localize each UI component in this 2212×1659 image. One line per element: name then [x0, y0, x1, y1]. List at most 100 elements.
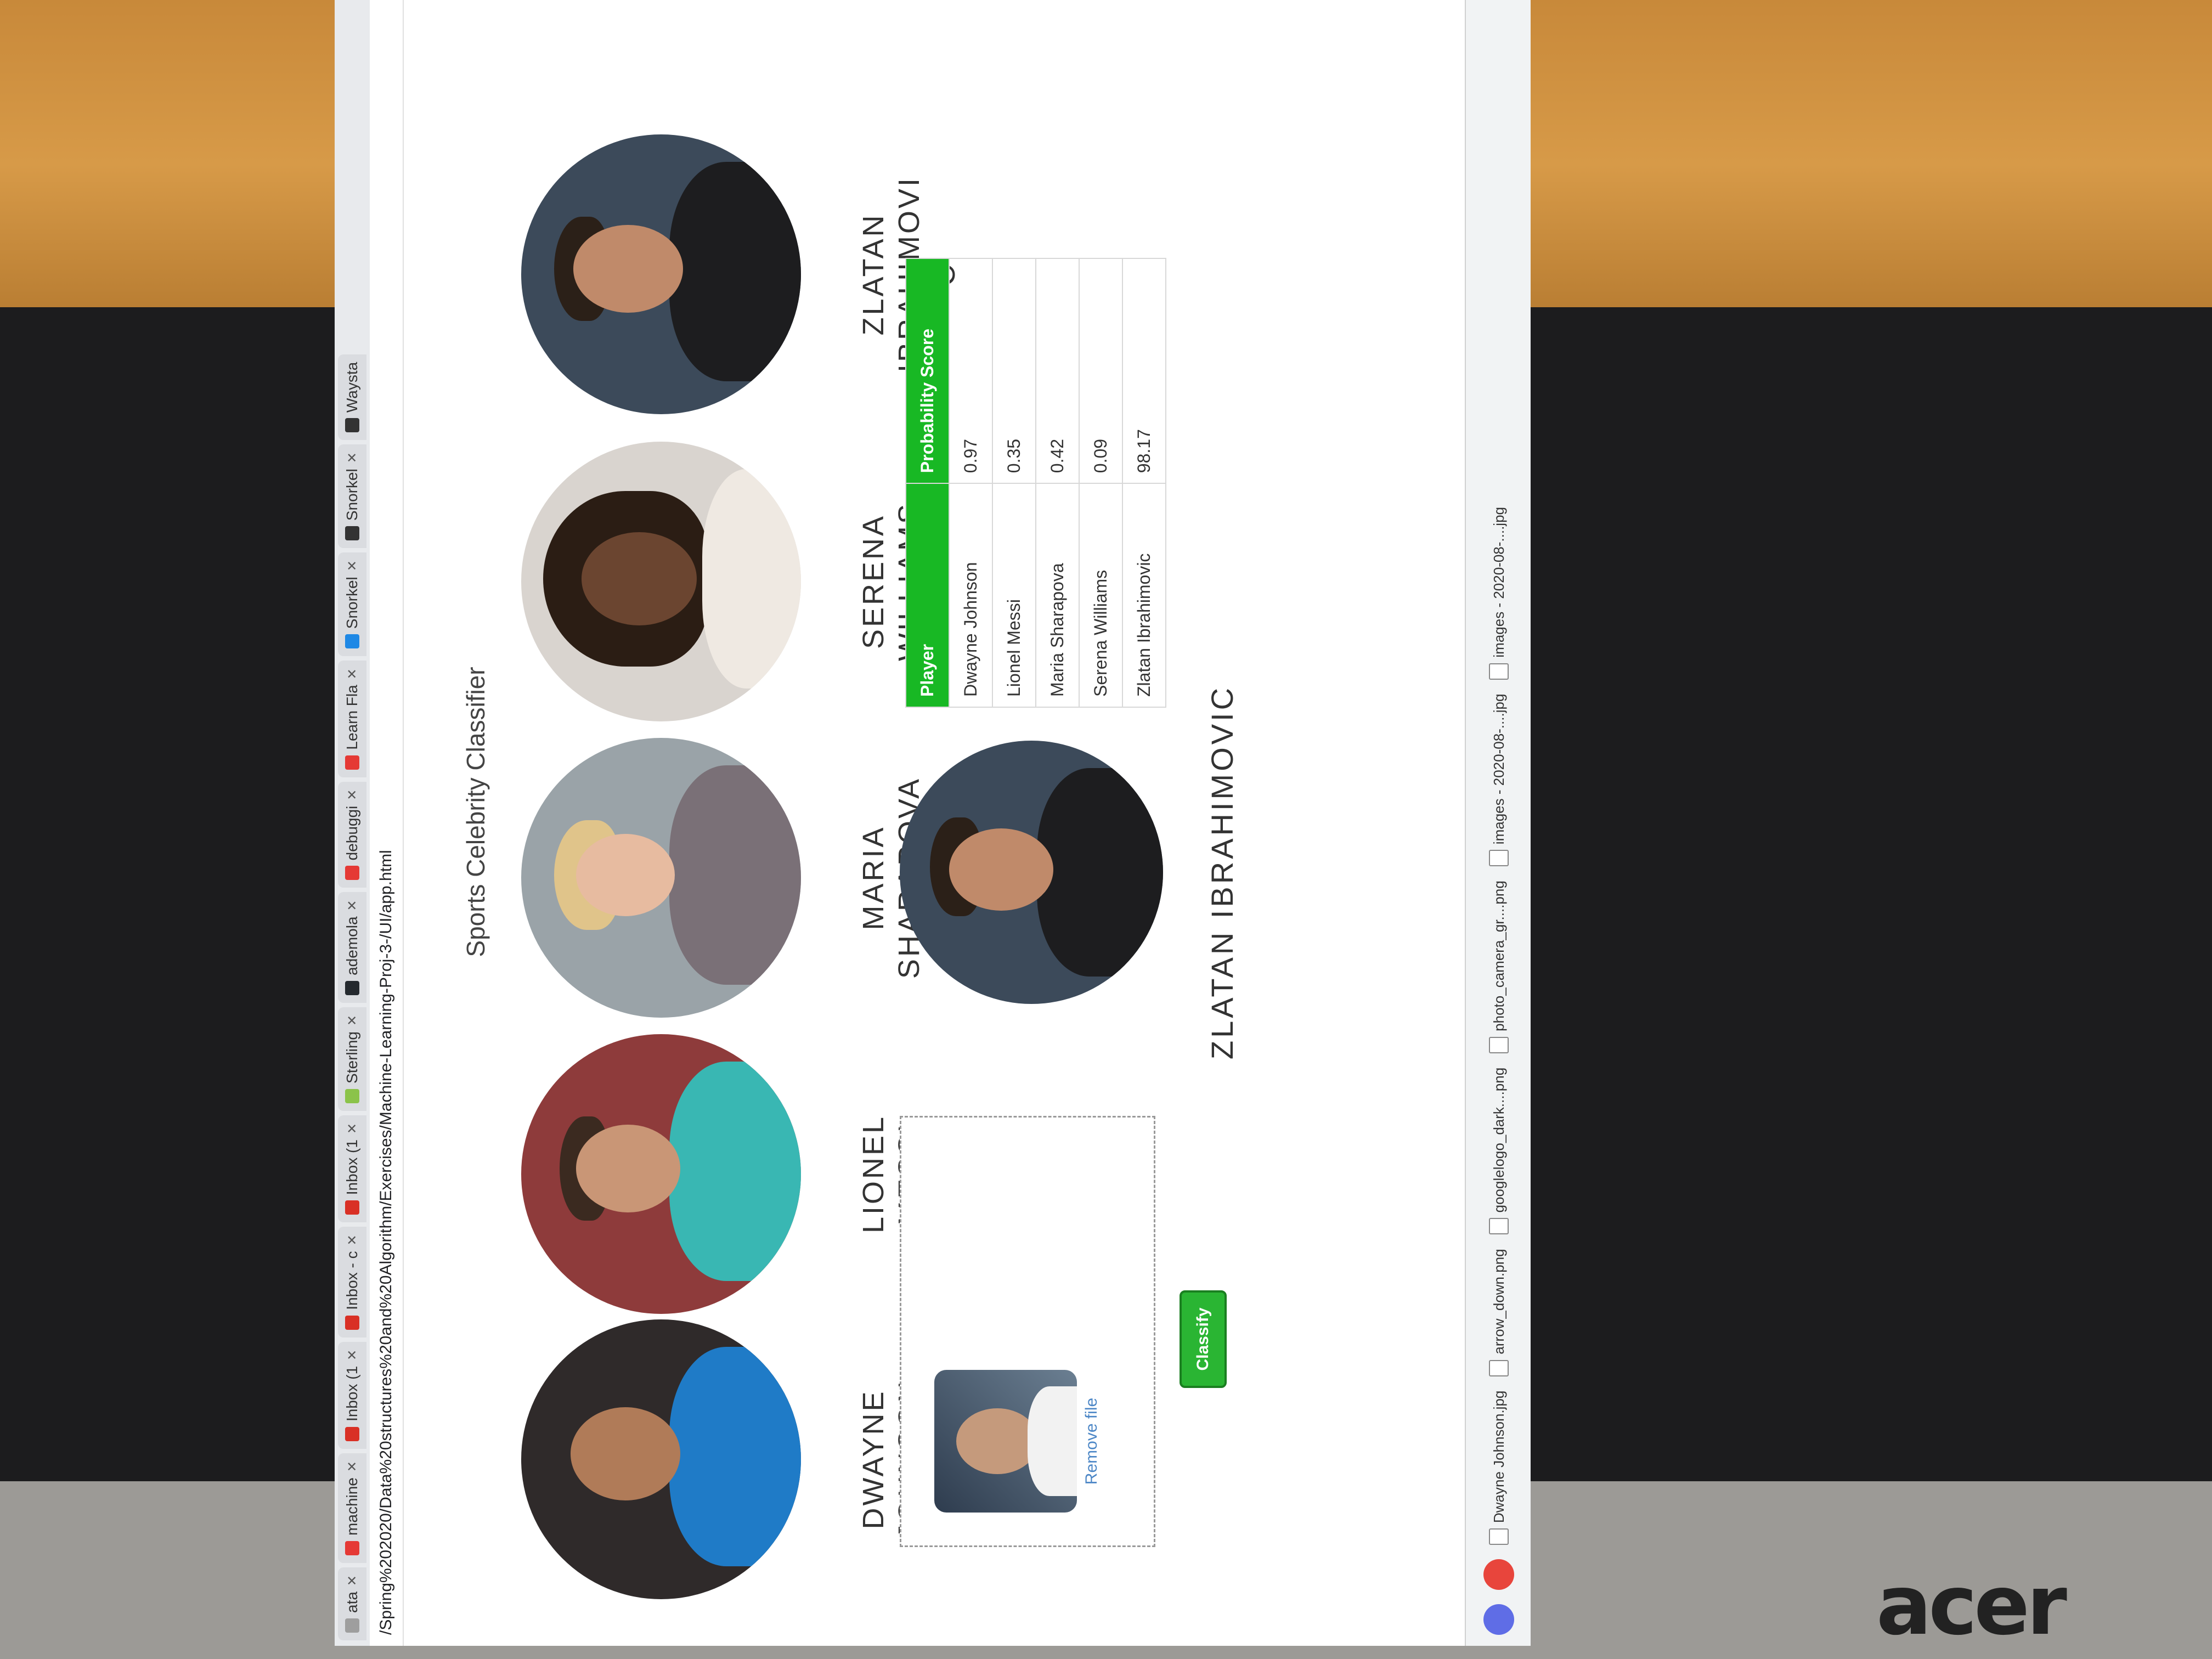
file-icon — [1489, 1036, 1509, 1053]
image-dropzone[interactable]: Remove file — [900, 1116, 1155, 1547]
download-filename: googlelogo_dark....png — [1490, 1067, 1507, 1213]
browser-tab[interactable]: Sterling ✕ — [338, 1007, 366, 1111]
cell-player: Maria Sharapova — [1036, 483, 1079, 707]
cell-score: 0.42 — [1036, 258, 1079, 484]
download-item[interactable]: images - 2020-08-....jpg — [1489, 694, 1509, 867]
column-header-score: Probability Score — [906, 258, 949, 484]
close-tab-icon[interactable]: ✕ — [345, 452, 360, 463]
shirt-shape — [1037, 768, 1163, 977]
browser-tab[interactable]: ademola ✕ — [338, 892, 366, 1003]
player-card-lionel-messi: LIONEL MESSI — [521, 1031, 927, 1317]
player-card-serena-williams: SERENA WILLIAMS — [521, 439, 927, 724]
waystar-icon — [345, 418, 359, 433]
player-photo-maria-sharapova — [521, 738, 801, 1018]
face-shape — [573, 225, 683, 313]
cell-player: Dwayne Johnson — [949, 483, 992, 707]
monitor-brand-logo: acer — [1876, 1558, 2067, 1654]
start-icon[interactable] — [1483, 1604, 1514, 1635]
result-player-name: ZLATAN IBRAHIMOVIC — [1205, 685, 1239, 1060]
browser-tab[interactable]: Waysta — [338, 354, 366, 441]
table-row: Zlatan Ibrahimovic 98.17 — [1122, 258, 1166, 707]
file-icon — [1489, 1528, 1509, 1545]
close-tab-icon[interactable]: ✕ — [345, 900, 360, 911]
tab-label: machine — [343, 1477, 360, 1536]
table-row: Lionel Messi 0.35 — [992, 258, 1036, 707]
file-icon — [1489, 1218, 1509, 1235]
table-row: Dwayne Johnson 0.97 — [949, 258, 992, 707]
browser-tab[interactable]: Inbox (1 ✕ — [338, 1115, 366, 1223]
cell-player: Lionel Messi — [992, 483, 1036, 707]
uploaded-image-thumbnail — [934, 1370, 1077, 1513]
browser-tab[interactable]: Learn Fla ✕ — [338, 661, 366, 777]
address-bar[interactable]: /Spring%202020/Data%20structures%20and%2… — [370, 0, 404, 1646]
tab-label: Inbox (1 — [343, 1365, 360, 1421]
cell-score: 0.09 — [1079, 258, 1122, 484]
download-item[interactable]: Dwayne Johnson.jpg — [1489, 1391, 1509, 1545]
face-shape — [571, 1407, 680, 1500]
download-item[interactable]: arrow_down.png — [1489, 1249, 1509, 1376]
download-filename: Dwayne Johnson.jpg — [1490, 1390, 1507, 1523]
player-card-dwayne-johnson: DWAYNE JOHNSON — [521, 1317, 927, 1602]
browser-tab[interactable]: Snorkel ✕ — [338, 444, 366, 549]
android-icon — [345, 1088, 359, 1103]
download-item[interactable]: photo_camera_gr....png — [1489, 881, 1509, 1053]
close-tab-icon[interactable]: ✕ — [345, 1015, 360, 1026]
player-name-line: SERENA — [857, 514, 890, 650]
download-item[interactable]: googlelogo_dark....png — [1489, 1068, 1509, 1235]
close-tab-icon[interactable]: ✕ — [345, 560, 360, 571]
player-name-line: LIONEL — [857, 1114, 890, 1234]
face-shape — [582, 532, 697, 625]
file-icon — [1489, 850, 1509, 867]
shirt-shape — [669, 162, 801, 381]
tab-label: Snorkel — [343, 469, 360, 521]
close-tab-icon[interactable]: ✕ — [345, 1123, 360, 1134]
close-tab-icon[interactable]: ✕ — [345, 1575, 360, 1586]
classify-button[interactable]: Classify — [1180, 1290, 1227, 1388]
download-filename: arrow_down.png — [1490, 1249, 1507, 1355]
close-tab-icon[interactable]: ✕ — [345, 1461, 360, 1472]
tab-label: Inbox (1 — [343, 1139, 360, 1195]
close-tab-icon[interactable]: ✕ — [345, 668, 360, 679]
chrome-icon[interactable] — [1483, 1559, 1514, 1590]
screen: ata ✕ machine ✕ Inbox (1 ✕ Inbox - c ✕ Inbox… — [335, 0, 1531, 1646]
browser-tab[interactable]: Inbox (1 ✕ — [338, 1341, 366, 1449]
player-photo-dwayne-johnson — [521, 1319, 801, 1599]
youtube-icon — [345, 755, 359, 770]
tab-label: Inbox - c — [343, 1251, 360, 1310]
tab-label: Sterling — [343, 1031, 360, 1084]
tab-label: debuggi — [343, 805, 360, 861]
download-filename: images - 2020-08-....jpg — [1490, 507, 1507, 658]
gmail-icon — [345, 1200, 359, 1215]
browser-tab[interactable]: Inbox - c ✕ — [338, 1227, 366, 1338]
close-tab-icon[interactable]: ✕ — [345, 789, 360, 800]
player-card-zlatan-ibrahimovic: ZLATAN IBRAHIMOVI C — [521, 132, 962, 417]
browser-tab[interactable]: ata ✕ — [338, 1567, 366, 1640]
tab-label: Snorkel — [343, 577, 360, 629]
tab-label: Waysta — [343, 362, 360, 413]
player-card-maria-sharapova: MARIA SHARAPOVA — [521, 735, 927, 1020]
shirt-shape — [669, 1347, 801, 1566]
file-icon — [1489, 1359, 1509, 1376]
tab-label: ademola — [343, 916, 360, 975]
player-name-line: DWAYNE — [857, 1389, 890, 1530]
face-shape — [576, 834, 675, 916]
gmail-icon — [345, 1427, 359, 1441]
youtube-icon — [345, 1541, 359, 1555]
cell-score: 98.17 — [1122, 258, 1166, 484]
table-row: Serena Williams 0.09 — [1079, 258, 1122, 707]
browser-tabbar: ata ✕ machine ✕ Inbox (1 ✕ Inbox - c ✕ Inbox… — [335, 0, 370, 1646]
browser-tab[interactable]: machine ✕ — [338, 1453, 366, 1563]
download-filename: images - 2020-08-....jpg — [1490, 693, 1507, 845]
download-item[interactable]: images - 2020-08-....jpg — [1489, 507, 1509, 680]
close-tab-icon[interactable]: ✕ — [345, 1234, 360, 1245]
browser-tab[interactable]: debuggi ✕ — [338, 781, 366, 888]
close-tab-icon[interactable]: ✕ — [345, 1350, 360, 1361]
tab-favicon-icon — [345, 1618, 359, 1633]
tab-label: ata — [343, 1592, 360, 1613]
player-photo-zlatan-ibrahimovic — [521, 134, 801, 414]
browser-tab[interactable]: Snorkel ✕ — [338, 552, 366, 657]
player-photo-serena-williams — [521, 442, 801, 721]
remove-file-link[interactable]: Remove file — [1082, 1370, 1101, 1513]
shirt-shape — [1028, 1386, 1077, 1496]
tab-label: Learn Fla — [343, 685, 360, 750]
